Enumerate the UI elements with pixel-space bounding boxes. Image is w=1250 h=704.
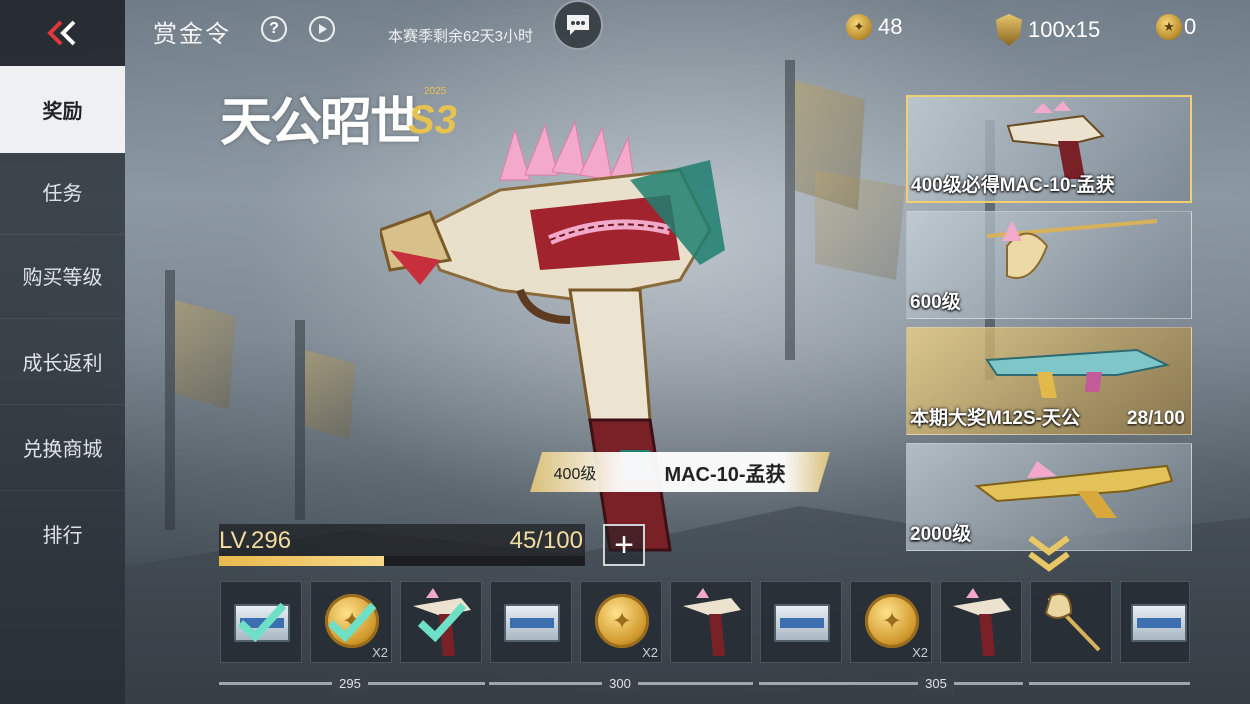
season-logo-year: 2025	[424, 86, 447, 97]
sidebar-item-rewards[interactable]: 奖励	[0, 66, 125, 153]
supply-crate-icon	[774, 604, 830, 642]
currency-value: 100x15	[1028, 17, 1101, 42]
sidebar-item-label: 兑换商城	[22, 438, 103, 461]
featured-weapon-name: MAC-10-孟获	[664, 463, 786, 486]
mac10-weapon-icon	[953, 588, 1011, 656]
gold-coin-icon: ✦	[846, 14, 872, 40]
reward-card-grand-prize[interactable]: 本期大奖M12S-天公 28/100	[906, 327, 1192, 435]
help-icon[interactable]: ?	[261, 16, 287, 42]
featured-weapon-image	[380, 120, 725, 552]
card-label: 2000级	[910, 524, 972, 545]
sidebar: 奖励 任务 购买等级 成长返利 兑换商城 排行	[0, 0, 125, 704]
gold-coin-icon: ✦	[865, 594, 919, 648]
card-progress: 28/100	[1126, 408, 1185, 429]
sidebar-item-label: 任务	[42, 182, 83, 205]
reward-item-coin[interactable]: ✦ X2	[310, 581, 392, 663]
chat-bubble-icon	[567, 15, 589, 35]
sidebar-item-label: 排行	[42, 524, 83, 547]
m12s-weapon-icon	[985, 348, 1171, 398]
sidebar-item-ranking[interactable]: 排行	[0, 490, 125, 576]
quantity-badge: X2	[912, 645, 928, 660]
check-icon	[237, 602, 287, 643]
reward-card-400[interactable]: 400级必得MAC-10-孟获	[906, 95, 1192, 203]
coin-star-icon: ★	[1156, 14, 1182, 40]
reward-item-crate[interactable]	[1120, 581, 1190, 663]
reward-item-coin[interactable]: ✦ X2	[850, 581, 932, 663]
reward-item-axe[interactable]	[1030, 581, 1112, 663]
reward-item-crate[interactable]	[760, 581, 842, 663]
reward-item-weapon[interactable]	[400, 581, 482, 663]
mac10-weapon-icon	[683, 588, 741, 656]
level-marker: 305	[918, 675, 954, 693]
back-button[interactable]	[0, 0, 125, 66]
polearm-weapon-icon	[986, 219, 1158, 279]
quantity-badge: X2	[372, 645, 388, 660]
back-chevron-icon	[46, 20, 75, 46]
mac10-weapon-icon	[1006, 101, 1105, 179]
reward-item-weapon[interactable]	[670, 581, 752, 663]
gold-shield-icon	[996, 14, 1022, 46]
chat-button[interactable]	[553, 0, 603, 50]
reward-item-crate[interactable]	[490, 581, 572, 663]
rifle-weapon-icon	[974, 461, 1174, 518]
page-title: 赏金令	[153, 21, 231, 48]
featured-reward-plate: 400级 MAC-10-孟获	[530, 452, 830, 492]
sidebar-item-missions[interactable]: 任务	[0, 148, 125, 235]
gold-coin-icon: ✦	[595, 594, 649, 648]
buy-level-plus-button[interactable]: +	[603, 524, 645, 566]
sidebar-item-growth-rebate[interactable]: 成长返利	[0, 318, 125, 405]
level-marker: 295	[332, 675, 368, 693]
currency-coin-star[interactable]: ★ 0	[1156, 14, 1196, 40]
currency-value: 48	[878, 14, 903, 39]
reward-item-crate[interactable]	[220, 581, 302, 663]
axe-weapon-icon	[1044, 593, 1101, 652]
level-marker-row: 295 300 305	[219, 673, 1190, 693]
card-label: 400级必得MAC-10-孟获	[911, 175, 1115, 196]
reward-item-coin[interactable]: ✦ X2	[580, 581, 662, 663]
card-label: 600级	[910, 292, 961, 313]
currency-gold-coin[interactable]: ✦ 48	[846, 14, 902, 40]
level-progress-text: 45/100	[509, 527, 583, 554]
level-progress-fill	[219, 556, 384, 566]
card-label: 本期大奖M12S-天公	[910, 408, 1080, 429]
featured-level: 400级	[553, 466, 597, 483]
level-label: LV.296	[219, 527, 292, 554]
sidebar-item-label: 成长返利	[22, 352, 103, 375]
season-remaining-text: 本赛季剩余62天3小时	[388, 28, 534, 45]
play-icon[interactable]	[309, 16, 335, 42]
sidebar-item-label: 奖励	[42, 100, 83, 123]
level-marker: 300	[602, 675, 638, 693]
level-progress-track	[219, 556, 585, 566]
quantity-badge: X2	[642, 645, 658, 660]
supply-crate-icon	[1131, 604, 1187, 642]
sidebar-item-buy-levels[interactable]: 购买等级	[0, 232, 125, 319]
check-icon	[417, 602, 467, 643]
play-triangle-icon	[319, 24, 327, 34]
currency-shield-token[interactable]: 100x15	[996, 14, 1100, 46]
chevron-down-icon[interactable]	[1026, 534, 1072, 574]
supply-crate-icon	[504, 604, 560, 642]
sidebar-item-exchange-shop[interactable]: 兑换商城	[0, 404, 125, 491]
sidebar-item-label: 购买等级	[22, 266, 103, 289]
level-progress-box: LV.296 45/100	[219, 524, 585, 566]
reward-item-weapon[interactable]	[940, 581, 1022, 663]
currency-value: 0	[1184, 14, 1197, 39]
reward-card-600[interactable]: 600级	[906, 211, 1192, 319]
